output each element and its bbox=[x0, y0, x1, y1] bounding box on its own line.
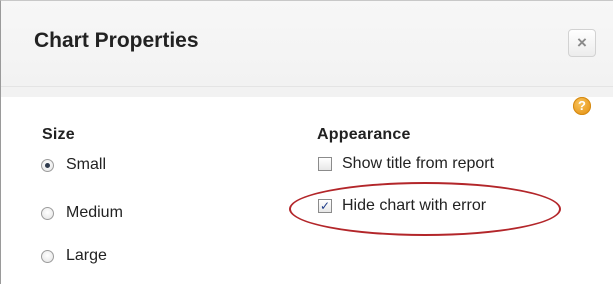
help-icon[interactable]: ? bbox=[573, 97, 591, 115]
dialog-header: Chart Properties × bbox=[1, 1, 613, 87]
hide-chart-label: Hide chart with error bbox=[342, 197, 487, 214]
size-option-small[interactable]: Small bbox=[41, 156, 106, 174]
show-title-checkbox[interactable] bbox=[318, 157, 332, 171]
chart-properties-dialog: Chart Properties × ? Size Small Medium L… bbox=[0, 0, 613, 284]
show-title-option[interactable]: Show title from report bbox=[318, 155, 494, 173]
size-option-large[interactable]: Large bbox=[41, 247, 107, 265]
radio-small[interactable] bbox=[41, 158, 54, 172]
dialog-title: Chart Properties bbox=[34, 29, 199, 52]
appearance-heading: Appearance bbox=[317, 126, 411, 143]
size-heading: Size bbox=[42, 126, 75, 143]
size-option-medium[interactable]: Medium bbox=[41, 204, 123, 222]
dialog-body-background bbox=[1, 87, 613, 97]
size-option-label: Small bbox=[66, 156, 107, 173]
hide-chart-option[interactable]: ✓ Hide chart with error bbox=[318, 197, 486, 215]
radio-medium[interactable] bbox=[41, 206, 54, 220]
close-icon[interactable]: × bbox=[568, 29, 596, 57]
show-title-label: Show title from report bbox=[342, 155, 495, 172]
radio-large[interactable] bbox=[41, 249, 54, 263]
size-option-label: Medium bbox=[66, 204, 123, 221]
size-option-label: Large bbox=[66, 247, 107, 264]
hide-chart-checkbox[interactable]: ✓ bbox=[318, 199, 332, 213]
